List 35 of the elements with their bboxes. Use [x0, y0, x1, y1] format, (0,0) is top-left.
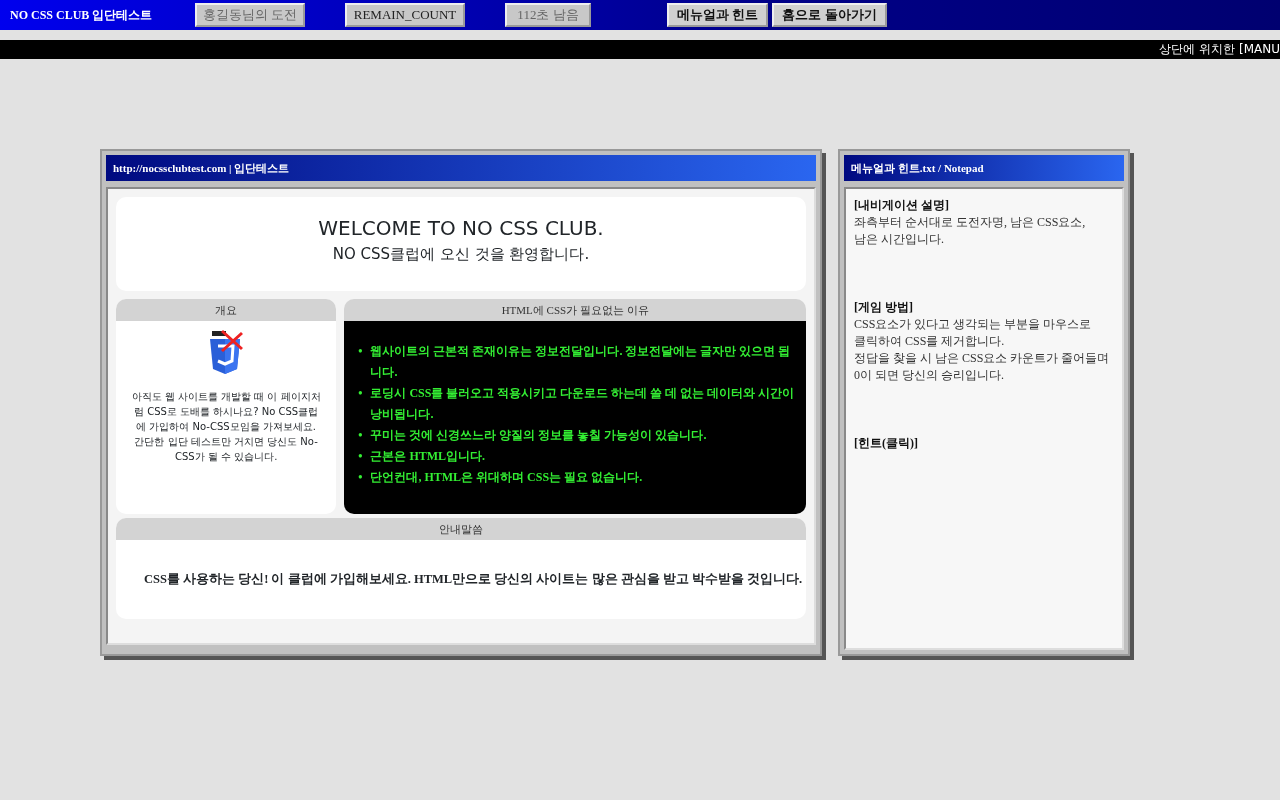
window-title: 메뉴얼과 힌트.txt / Notepad	[844, 155, 1124, 181]
reason-item: 로딩시 CSS를 불러오고 적용시키고 다운로드 하는데 쓸 데 없는 데이터와 시간이 낭비됩니다.	[370, 385, 796, 423]
section-heading: [게임 방법]	[854, 299, 914, 316]
notepad-line: CSS요소가 있다고 생각되는 부분을 마우스로	[854, 316, 1093, 333]
reason-item: 꾸미는 것에 신경쓰느라 양질의 정보를 놓칠 가능성이 있습니다.	[370, 427, 707, 444]
notice-text: CSS를 사용하는 당신! 이 클럽에 가입해보세요. HTML만으로 당신의 사이트는 많은 관심을 받고 박수받을 것입니다.	[143, 571, 804, 588]
section-heading: [힌트(클릭)]	[854, 435, 919, 452]
notepad-line: 좌측부터 순서대로 도전자명, 남은 CSS요소,	[854, 214, 1087, 231]
section-heading: [내비게이션 설명]	[854, 197, 950, 214]
panel-title: 개요	[116, 299, 337, 321]
notepad-line: 0이 되면 당신의 승리입니다.	[854, 367, 1005, 384]
bullet-marker: •	[358, 427, 363, 444]
notepad-line: 클릭하여 CSS를 제거합니다.	[854, 333, 1006, 350]
status-field: 112초 남음	[505, 3, 591, 27]
bullet-marker: •	[358, 469, 363, 486]
ticker-text: 상단에 위치한 [MANU	[1159, 42, 1280, 56]
bullet-marker: •	[358, 385, 363, 402]
reason-item: 근본은 HTML입니다.	[370, 448, 486, 465]
reason-item: 웹사이트의 근본적 존재이유는 정보전달입니다. 정보전달에는 글자만 있으면 됩니다.	[370, 343, 792, 381]
bullet-marker: •	[358, 448, 363, 465]
site-title: NO CSS CLUB 입단테스트	[10, 7, 154, 24]
reason-item: 단언컨대, HTML은 위대하며 CSS는 필요 없습니다.	[370, 469, 643, 486]
notepad-line: 남은 시간입니다.	[854, 231, 945, 248]
bullet-marker: •	[358, 343, 363, 360]
panel-title: 안내말씀	[116, 518, 806, 540]
welcome-heading: WELCOME TO NO CSS CLUB.	[317, 215, 605, 242]
status-field: 홍길동님의 도전	[195, 3, 305, 27]
panel-title: HTML에 CSS가 필요없는 이유	[344, 299, 806, 321]
nav-button[interactable]: 메뉴얼과 힌트	[667, 3, 769, 27]
nav-button[interactable]: 홈으로 돌아가기	[772, 3, 887, 27]
status-field: REMAIN_COUNT	[345, 3, 465, 27]
welcome-subheading: NO CSS클럽에 오신 것을 환영합니다.	[331, 244, 591, 265]
window-title: http://nocssclubtest.com | 입단테스트	[106, 155, 816, 181]
overview-text: 아직도 웹 사이트를 개발할 때 이 페이지처럼 CSS로 도배를 하시나요? No CSS클럽에 가입하여 No-CSS모임을 가져보세요. 간단한 입단 테스트만 거치면 당신도 No-CSS가 될 수 있습니다.	[130, 390, 322, 464]
notepad-line: 정답을 찾을 시 남은 CSS요소 카운트가 줄어들며	[854, 350, 1111, 367]
